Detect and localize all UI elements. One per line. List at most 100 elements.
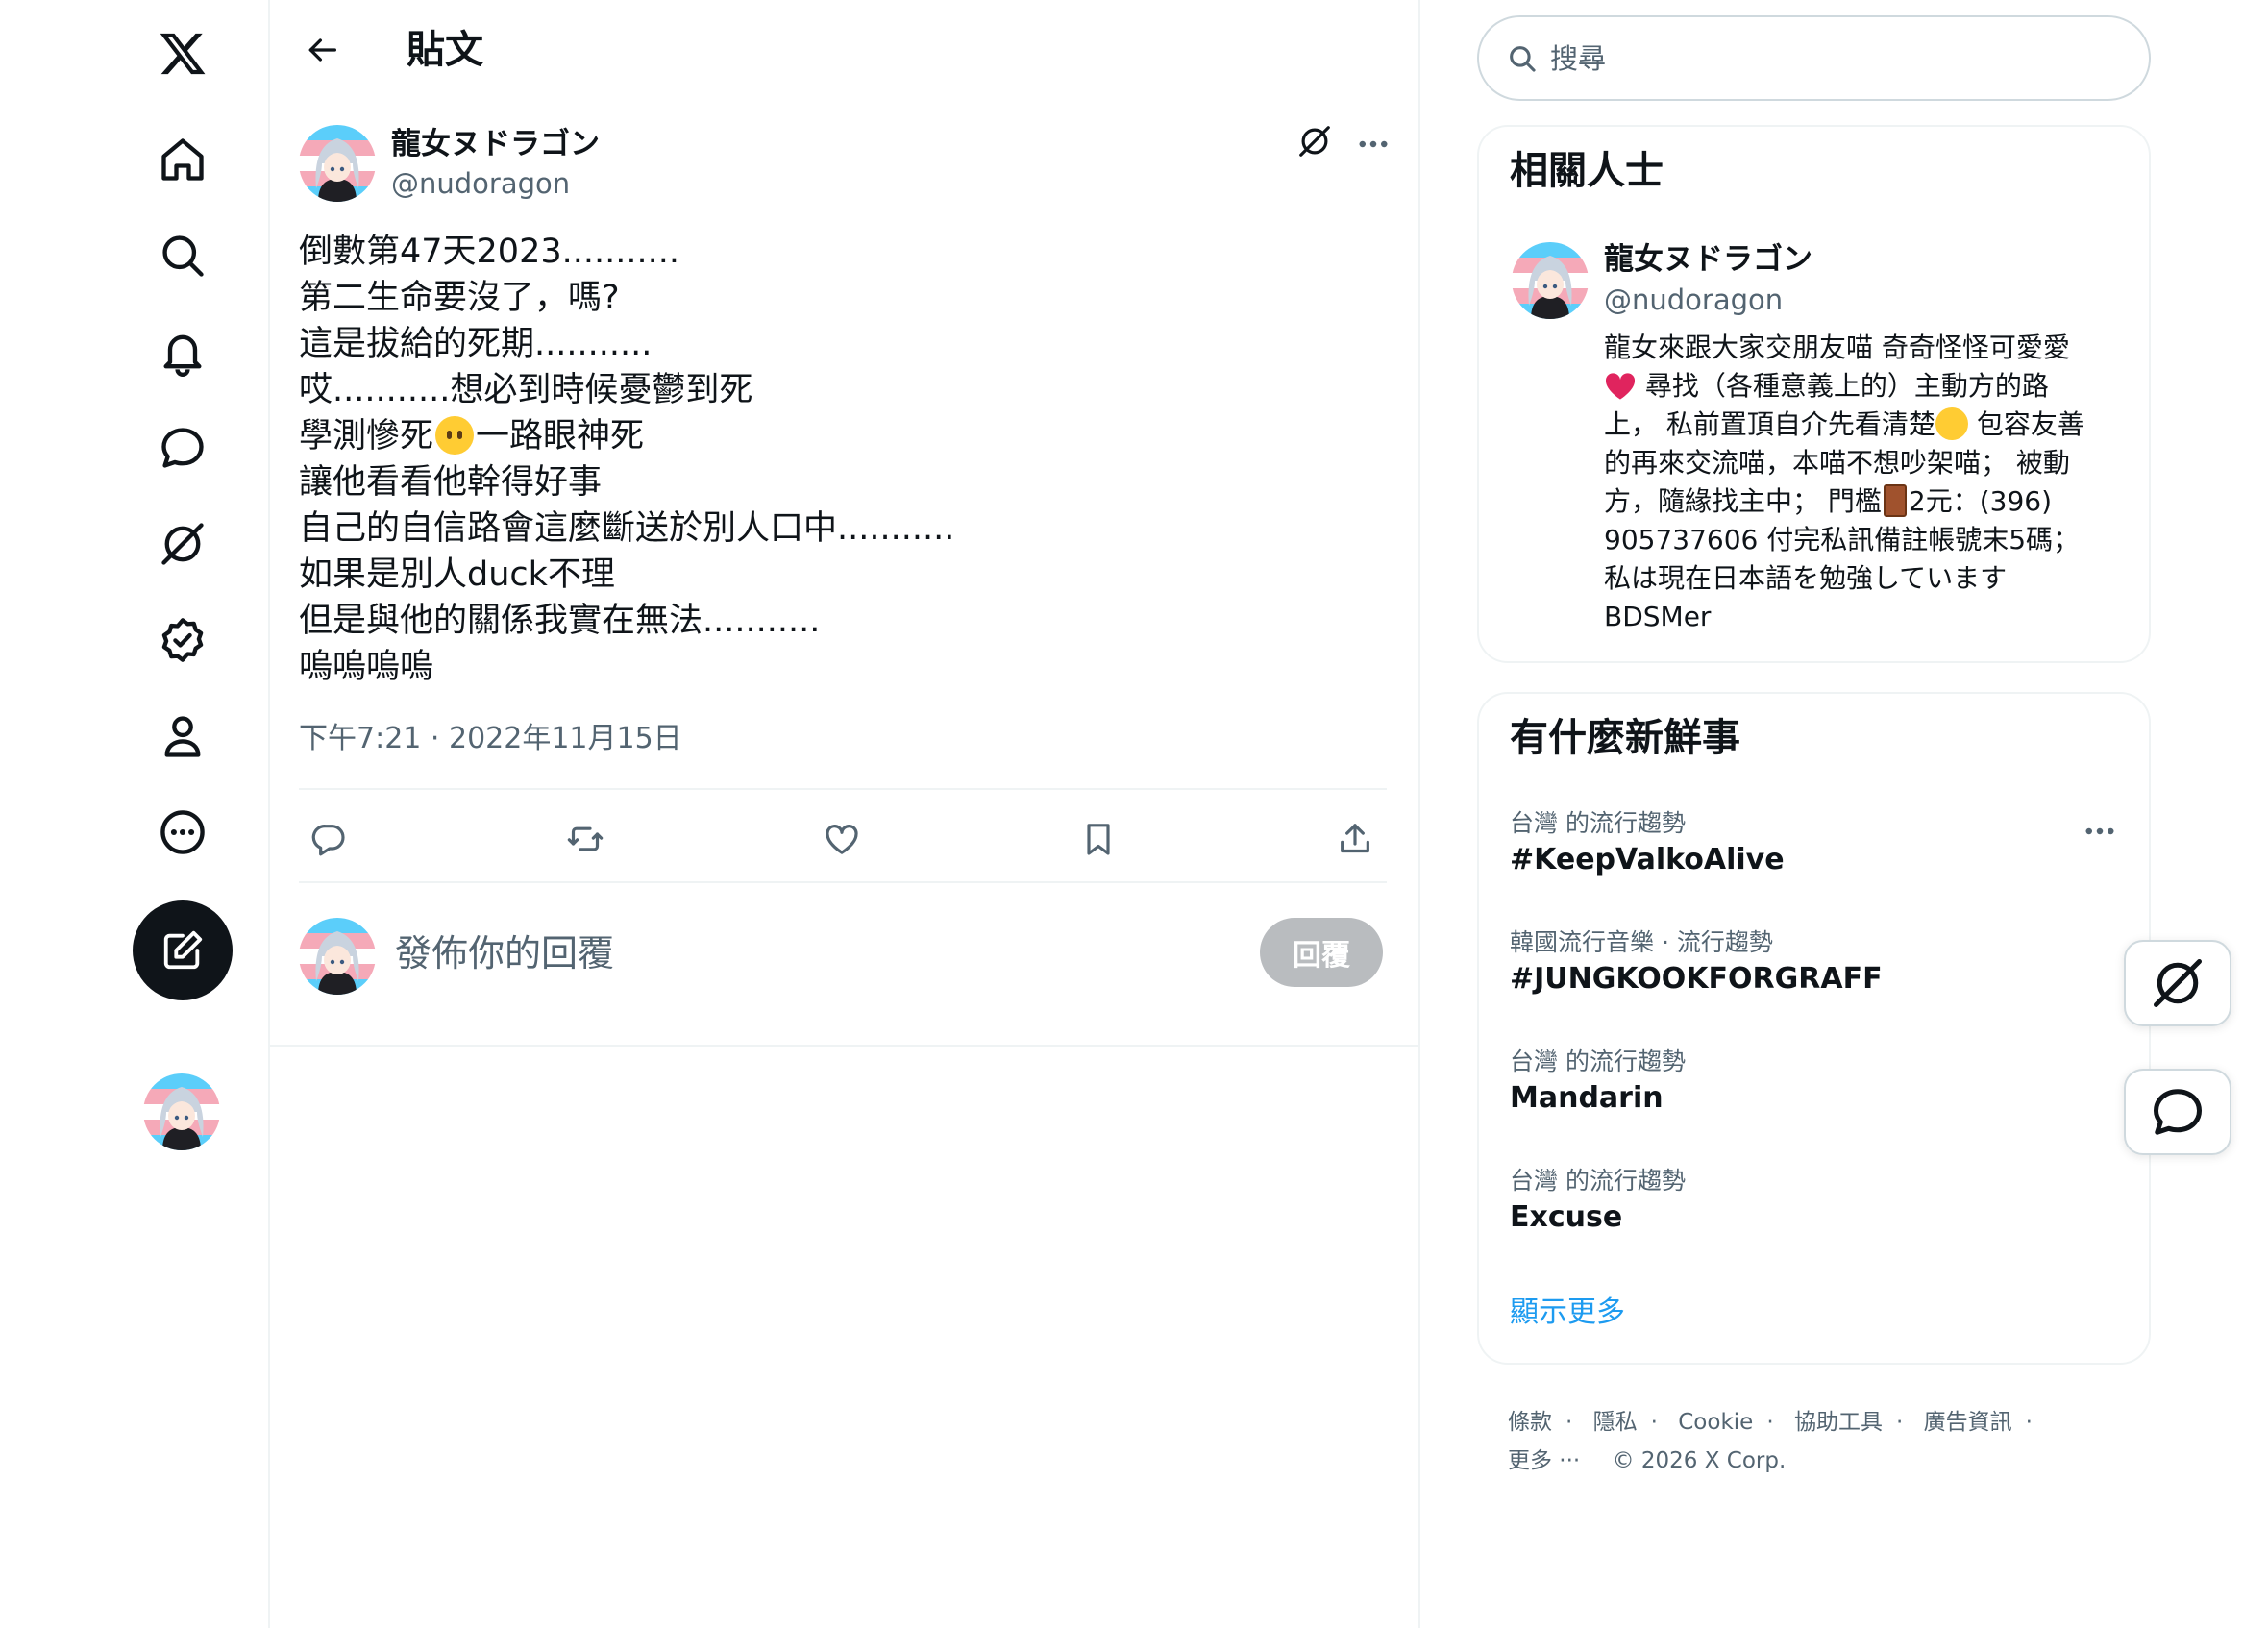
main-column: 貼文 龍女ヌドラゴン @nudoragon 倒數第47天2023........…: [270, 0, 1418, 1628]
post-line: 第二生命要沒了，嗎?: [299, 279, 620, 317]
trend-item[interactable]: 台灣 的流行趨勢 Mandarin: [1510, 1046, 2125, 1119]
post-line: 讓他看看他幹得好事: [299, 463, 603, 502]
trend-meta: 台灣 的流行趨勢: [1510, 1167, 1686, 1195]
compose-button[interactable]: [133, 900, 233, 1000]
relevant-avatar[interactable]: [1512, 242, 1589, 319]
profile-icon[interactable]: [154, 707, 211, 765]
bio-line-part: 方，隨緣找主中； 門檻: [1604, 485, 1882, 517]
bio-line: 龍女來跟大家交朋友喵 奇奇怪怪可愛愛: [1604, 332, 2070, 363]
reply-input[interactable]: [395, 925, 1068, 982]
messages-icon: [2154, 1089, 2202, 1135]
x-logo-icon[interactable]: [154, 25, 211, 83]
dot-separator: ·: [2025, 1410, 2033, 1435]
post-more-icon[interactable]: [1352, 125, 1394, 163]
door-emoji-icon: [1883, 484, 1907, 517]
trend-name: Mandarin: [1510, 1081, 1664, 1115]
verified-icon[interactable]: [154, 611, 211, 669]
share-icon[interactable]: [1328, 812, 1382, 866]
bookmark-icon[interactable]: [1072, 812, 1125, 866]
divider: [299, 881, 1387, 883]
dot-separator: ·: [1766, 1410, 1774, 1435]
card-title: 有什麼新鮮事: [1510, 716, 1740, 760]
page-title: 貼文: [407, 28, 483, 72]
bio-line-part: 尋找（各種意義上的）主動方的路: [1644, 370, 2049, 402]
bio-line: 尋找（各種意義上的）主動方的路: [1604, 367, 2128, 406]
post-line: 嗚嗚嗚嗚: [299, 648, 434, 686]
notifications-icon[interactable]: [154, 323, 211, 381]
divider: [299, 788, 1387, 790]
divider: [270, 1045, 1418, 1047]
footer-link[interactable]: 條款: [1508, 1410, 1552, 1435]
footer-link[interactable]: Cookie: [1678, 1410, 1753, 1435]
back-arrow-icon[interactable]: [298, 23, 346, 77]
search-icon[interactable]: [154, 227, 211, 284]
trend-meta: 韓國流行音樂 · 流行趨勢: [1510, 928, 1773, 956]
messages-icon[interactable]: [154, 419, 211, 477]
reply-icon[interactable]: [302, 812, 356, 866]
grok-icon[interactable]: [1296, 123, 1339, 165]
trend-item[interactable]: 台灣 的流行趨勢 #KeepValkoAlive: [1510, 807, 2125, 880]
post-line: 倒數第47天2023...........: [299, 233, 679, 271]
post-line-part: 一路眼神死: [476, 417, 645, 456]
bio-line: 方，隨緣找主中； 門檻 2元：(396): [1604, 482, 2128, 521]
bio-line-part: 上， 私前置頂自介先看清楚: [1604, 408, 1935, 440]
post-line: 如果是別人duck不理: [299, 555, 615, 594]
card-title: 相關人士: [1510, 149, 1664, 193]
dot-separator: ·: [1650, 1410, 1658, 1435]
trend-meta: 台灣 的流行趨勢: [1510, 809, 1686, 837]
bio-line: 905737606 付完私訊備註帳號末5碼；: [1604, 524, 2081, 555]
home-icon[interactable]: [154, 131, 211, 188]
post-line: 學測慘死 一路眼神死: [299, 413, 1394, 459]
relevant-handle[interactable]: @nudoragon: [1604, 281, 1783, 319]
trend-name: Excuse: [1510, 1200, 1623, 1234]
bio-line: 私は現在日本語を勉強しています: [1604, 562, 2008, 594]
like-icon[interactable]: [815, 812, 869, 866]
trend-item[interactable]: 台灣 的流行趨勢 Excuse: [1510, 1165, 2125, 1238]
trends-card: 有什麼新鮮事 台灣 的流行趨勢 #KeepValkoAlive 韓國流行音樂 ·…: [1477, 692, 2151, 1365]
bio-line-part: 2元：(396): [1908, 485, 2053, 517]
footer-link[interactable]: 廣告資訊: [1924, 1410, 2012, 1435]
search-icon: [1510, 45, 1536, 72]
relevant-bio: 龍女來跟大家交朋友喵 奇奇怪怪可愛愛 尋找（各種意義上的）主動方的路 上， 私前…: [1604, 329, 2128, 636]
bio-line: 上， 私前置頂自介先看清楚 包容友善: [1604, 406, 2128, 444]
main-right-border: [1418, 0, 1420, 1628]
grok-float-button[interactable]: [2124, 940, 2231, 1026]
author-handle[interactable]: @nudoragon: [391, 164, 570, 203]
post-line: 自己的自信路會這麼斷送於別人口中...........: [299, 509, 955, 548]
footer-more-link[interactable]: 更多 ···: [1508, 1448, 1580, 1473]
copyright: © 2026 X Corp.: [1612, 1448, 1787, 1473]
author-name[interactable]: 龍女ヌドラゴン: [391, 125, 600, 163]
relevant-people-card: 相關人士 龍女ヌドラゴン @nudoragon 龍女來跟大家交朋友喵 奇奇怪怪可…: [1477, 125, 2151, 663]
post-line: 這是拔給的死期...........: [299, 325, 653, 363]
account-avatar[interactable]: [143, 1073, 220, 1150]
bio-line: 的再來交流喵，本喵不想吵架喵； 被動: [1604, 447, 2070, 479]
grok-icon[interactable]: [154, 515, 211, 573]
repost-icon[interactable]: [558, 812, 612, 866]
messages-float-button[interactable]: [2124, 1069, 2231, 1155]
grin-emoji-icon: [1935, 407, 1968, 440]
heart-emoji-icon: [1605, 373, 1636, 400]
search-input[interactable]: [1550, 41, 2088, 75]
post-text: 倒數第47天2023........... 第二生命要沒了，嗎? 這是拔給的死期…: [299, 229, 1394, 690]
search-box[interactable]: [1477, 15, 2151, 101]
reply-avatar: [299, 918, 376, 995]
author-avatar[interactable]: [299, 125, 376, 202]
footer-link[interactable]: 隱私: [1593, 1410, 1638, 1435]
show-more-link[interactable]: 顯示更多: [1510, 1292, 1625, 1334]
face-emoji-icon: [435, 416, 475, 455]
more-icon[interactable]: [154, 803, 211, 861]
footer: 條款 · 隱私 · Cookie · 協助工具 · 廣告資訊 · 更多 ··· © 202…: [1508, 1403, 2142, 1480]
post-line-part: 學測慘死: [299, 417, 434, 456]
post-timestamp[interactable]: 下午7:21 · 2022年11月15日: [299, 718, 682, 760]
dot-separator: ·: [1895, 1410, 1904, 1435]
grok-icon: [2154, 959, 2202, 1007]
compose-icon: [163, 930, 203, 970]
relevant-name[interactable]: 龍女ヌドラゴン: [1604, 240, 1812, 279]
footer-link[interactable]: 協助工具: [1794, 1410, 1883, 1435]
trend-item[interactable]: 韓國流行音樂 · 流行趨勢 #JUNGKOOKFORGRAFF: [1510, 926, 2125, 999]
reply-button[interactable]: 回覆: [1260, 918, 1383, 987]
trend-more-icon[interactable]: [2081, 817, 2119, 846]
bio-line: BDSMer: [1604, 601, 1712, 632]
dot-separator: ·: [1565, 1410, 1573, 1435]
post-line: 但是與他的關係我實在無法...........: [299, 602, 821, 640]
